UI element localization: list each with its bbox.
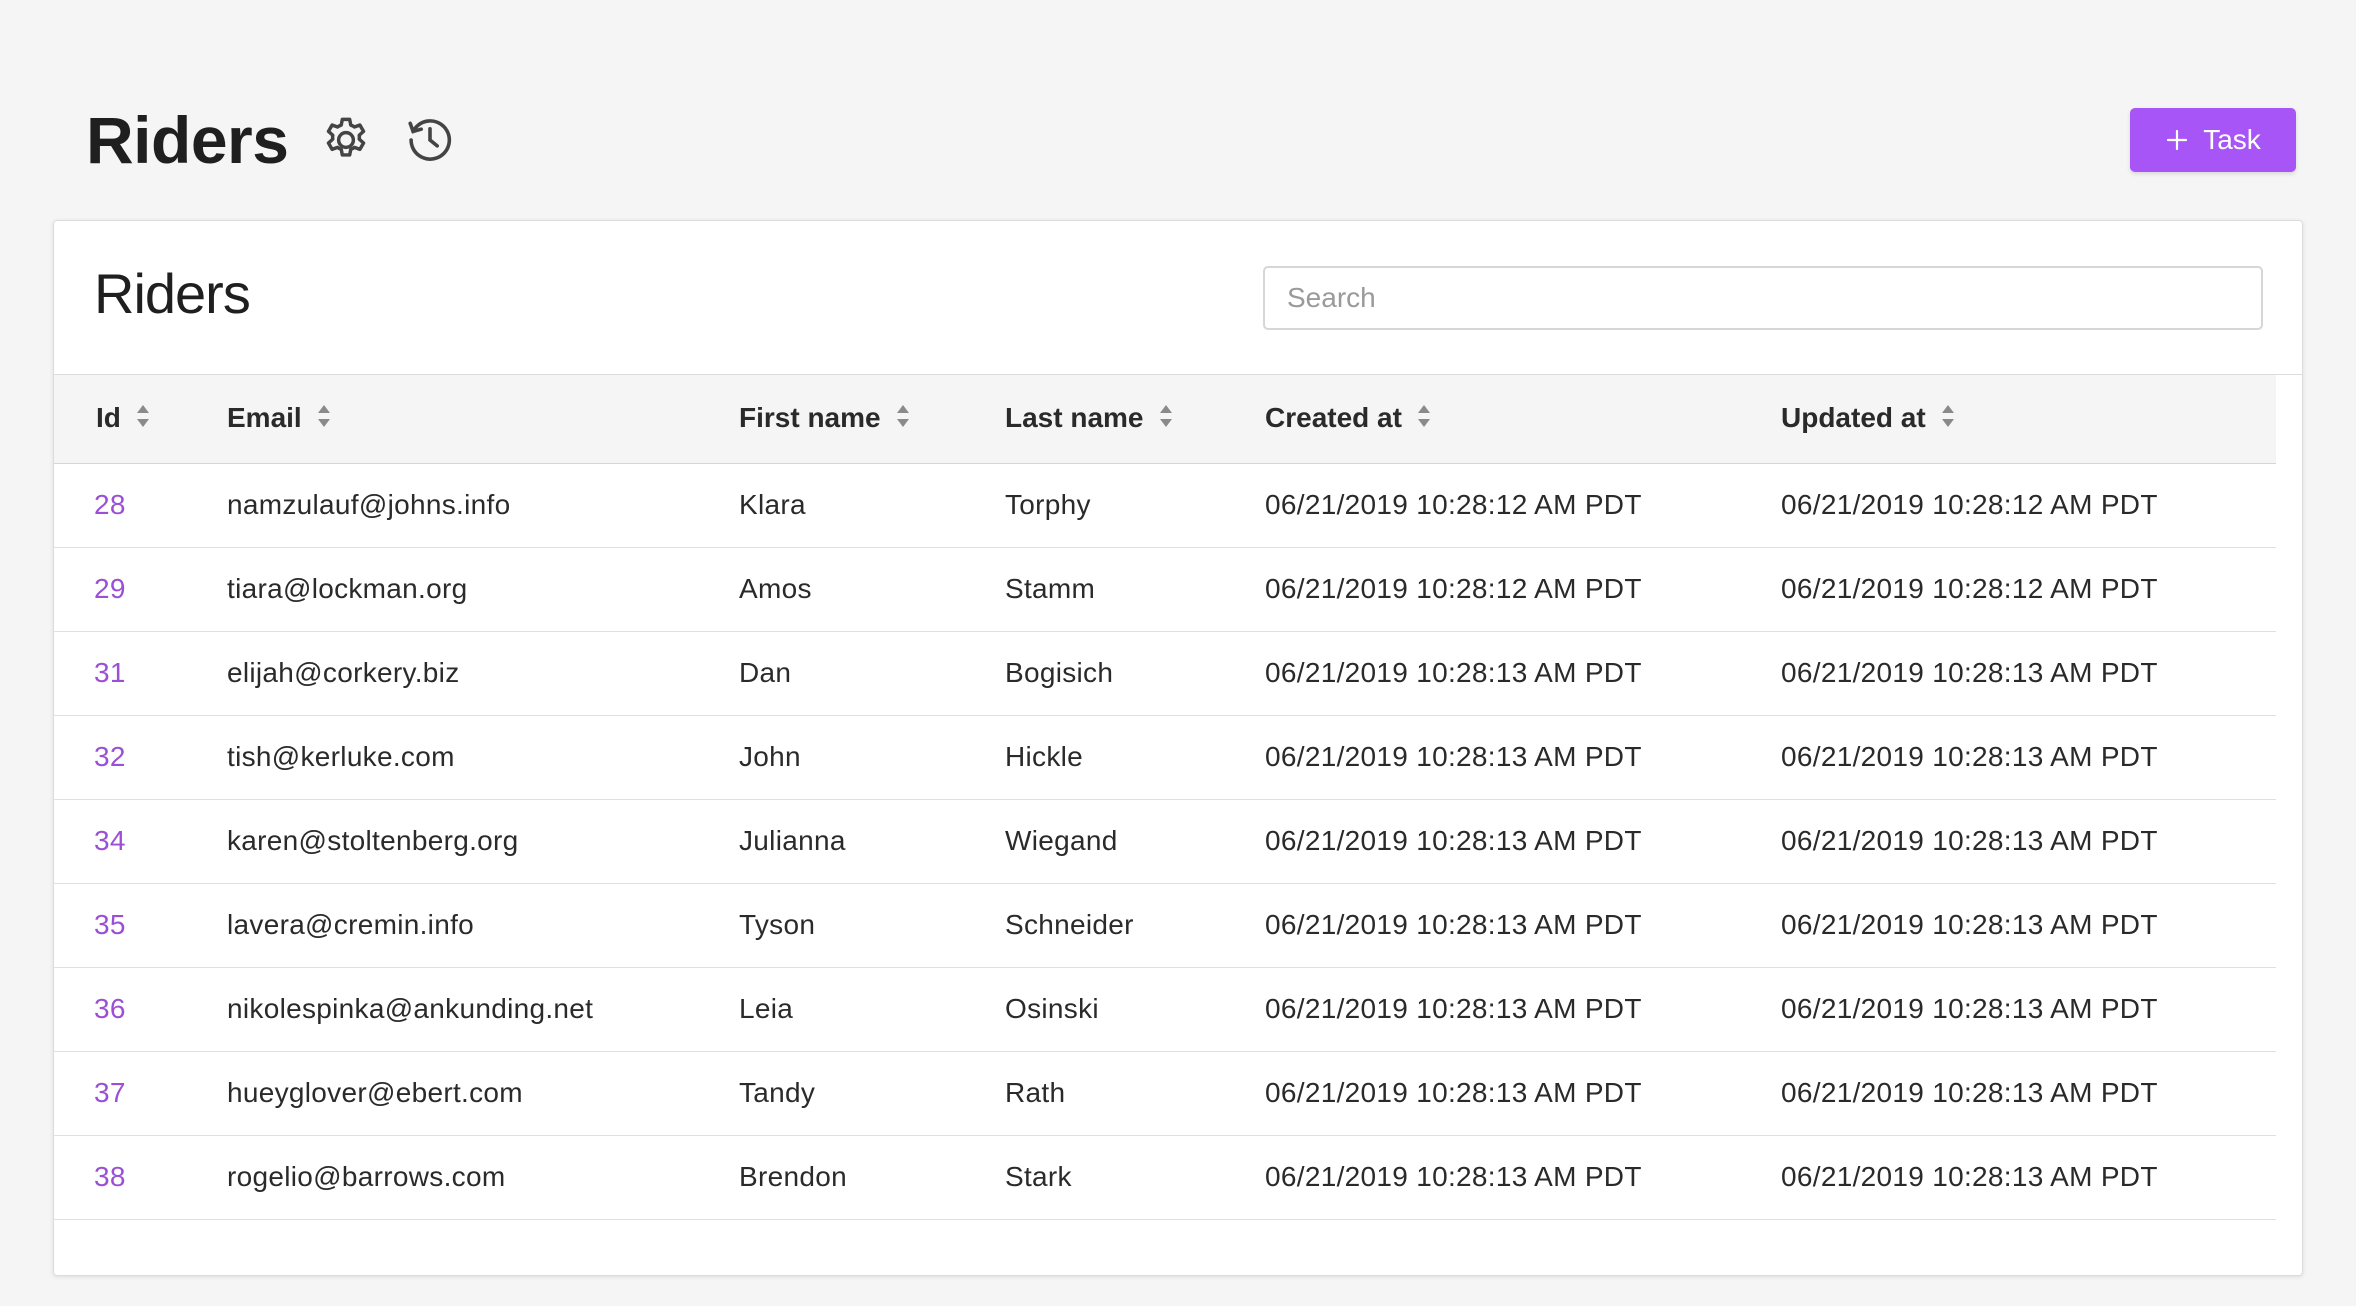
page-header: Riders Task bbox=[86, 100, 2296, 180]
card-header: Riders bbox=[54, 221, 2302, 375]
cell-last-name: Torphy bbox=[1005, 463, 1265, 548]
cell-created-at: 06/21/2019 10:28:12 AM PDT bbox=[1265, 463, 1781, 548]
cell-email: tiara@lockman.org bbox=[227, 547, 739, 632]
column-header-first-name[interactable]: First name bbox=[739, 375, 1005, 464]
column-header-updated-at[interactable]: Updated at bbox=[1781, 375, 2276, 464]
page-title: Riders bbox=[86, 103, 289, 177]
cell-updated-at: 06/21/2019 10:28:13 AM PDT bbox=[1781, 1051, 2276, 1136]
rider-id-link[interactable]: 29 bbox=[94, 573, 126, 604]
rider-id-link[interactable]: 31 bbox=[94, 657, 126, 688]
history-icon[interactable] bbox=[402, 112, 458, 168]
rider-id-link[interactable]: 35 bbox=[94, 909, 126, 940]
table-row[interactable]: 35 lavera@cremin.info Tyson Schneider 06… bbox=[54, 883, 2276, 968]
plus-icon bbox=[2167, 129, 2188, 151]
cell-first-name: John bbox=[739, 715, 1005, 800]
table-scroll-area[interactable]: Id Email First name Last name Created at… bbox=[54, 375, 2276, 1255]
search-input[interactable] bbox=[1263, 266, 2263, 330]
cell-created-at: 06/21/2019 10:28:13 AM PDT bbox=[1265, 883, 1781, 968]
rider-id-link[interactable]: 28 bbox=[94, 489, 126, 520]
table-row[interactable]: 38 rogelio@barrows.com Brendon Stark 06/… bbox=[54, 1135, 2276, 1220]
rider-id-link[interactable]: 32 bbox=[94, 741, 126, 772]
riders-table: Id Email First name Last name Created at… bbox=[54, 375, 2276, 1220]
cell-first-name: Tyson bbox=[739, 883, 1005, 968]
cell-created-at: 06/21/2019 10:28:13 AM PDT bbox=[1265, 1135, 1781, 1220]
cell-created-at: 06/21/2019 10:28:13 AM PDT bbox=[1265, 715, 1781, 800]
cell-updated-at: 06/21/2019 10:28:12 AM PDT bbox=[1781, 547, 2276, 632]
cell-updated-at: 06/21/2019 10:28:13 AM PDT bbox=[1781, 1135, 2276, 1220]
cell-created-at: 06/21/2019 10:28:13 AM PDT bbox=[1265, 967, 1781, 1052]
cell-last-name: Stark bbox=[1005, 1135, 1265, 1220]
cell-updated-at: 06/21/2019 10:28:13 AM PDT bbox=[1781, 967, 2276, 1052]
cell-first-name: Tandy bbox=[739, 1051, 1005, 1136]
rider-id-link[interactable]: 36 bbox=[94, 993, 126, 1024]
table-header-row: Id Email First name Last name Created at… bbox=[54, 375, 2276, 464]
sort-icon[interactable] bbox=[1940, 403, 1956, 436]
column-header-id[interactable]: Id bbox=[54, 375, 227, 464]
sort-icon[interactable] bbox=[316, 403, 332, 436]
table-row[interactable]: 29 tiara@lockman.org Amos Stamm 06/21/20… bbox=[54, 547, 2276, 632]
cell-updated-at: 06/21/2019 10:28:13 AM PDT bbox=[1781, 883, 2276, 968]
cell-last-name: Osinski bbox=[1005, 967, 1265, 1052]
task-button-label: Task bbox=[2203, 124, 2261, 155]
cell-email: elijah@corkery.biz bbox=[227, 631, 739, 716]
cell-updated-at: 06/21/2019 10:28:12 AM PDT bbox=[1781, 463, 2276, 548]
table-row[interactable]: 37 hueyglover@ebert.com Tandy Rath 06/21… bbox=[54, 1051, 2276, 1136]
table-row[interactable]: 36 nikolespinka@ankunding.net Leia Osins… bbox=[54, 967, 2276, 1052]
cell-email: namzulauf@johns.info bbox=[227, 463, 739, 548]
sort-icon[interactable] bbox=[1416, 403, 1432, 436]
column-header-last-name[interactable]: Last name bbox=[1005, 375, 1265, 464]
cell-last-name: Stamm bbox=[1005, 547, 1265, 632]
cell-email: karen@stoltenberg.org bbox=[227, 799, 739, 884]
cell-first-name: Klara bbox=[739, 463, 1005, 548]
rider-id-link[interactable]: 34 bbox=[94, 825, 126, 856]
cell-created-at: 06/21/2019 10:28:13 AM PDT bbox=[1265, 631, 1781, 716]
cell-email: tish@kerluke.com bbox=[227, 715, 739, 800]
cell-last-name: Wiegand bbox=[1005, 799, 1265, 884]
sort-icon[interactable] bbox=[1158, 403, 1174, 436]
sort-icon[interactable] bbox=[895, 403, 911, 436]
cell-first-name: Julianna bbox=[739, 799, 1005, 884]
cell-last-name: Schneider bbox=[1005, 883, 1265, 968]
cell-last-name: Hickle bbox=[1005, 715, 1265, 800]
column-header-email[interactable]: Email bbox=[227, 375, 739, 464]
cell-email: nikolespinka@ankunding.net bbox=[227, 967, 739, 1052]
add-task-button[interactable]: Task bbox=[2130, 108, 2296, 172]
rider-id-link[interactable]: 38 bbox=[94, 1161, 126, 1192]
cell-last-name: Rath bbox=[1005, 1051, 1265, 1136]
cell-updated-at: 06/21/2019 10:28:13 AM PDT bbox=[1781, 799, 2276, 884]
table-row[interactable]: 28 namzulauf@johns.info Klara Torphy 06/… bbox=[54, 463, 2276, 548]
card-title: Riders bbox=[94, 262, 251, 325]
cell-created-at: 06/21/2019 10:28:13 AM PDT bbox=[1265, 1051, 1781, 1136]
cell-email: hueyglover@ebert.com bbox=[227, 1051, 739, 1136]
table-row[interactable]: 34 karen@stoltenberg.org Julianna Wiegan… bbox=[54, 799, 2276, 884]
cell-created-at: 06/21/2019 10:28:13 AM PDT bbox=[1265, 799, 1781, 884]
rider-id-link[interactable]: 37 bbox=[94, 1077, 126, 1108]
cell-updated-at: 06/21/2019 10:28:13 AM PDT bbox=[1781, 715, 2276, 800]
cell-first-name: Amos bbox=[739, 547, 1005, 632]
cell-first-name: Dan bbox=[739, 631, 1005, 716]
cell-email: rogelio@barrows.com bbox=[227, 1135, 739, 1220]
table-row[interactable]: 31 elijah@corkery.biz Dan Bogisich 06/21… bbox=[54, 631, 2276, 716]
cell-first-name: Leia bbox=[739, 967, 1005, 1052]
cell-updated-at: 06/21/2019 10:28:13 AM PDT bbox=[1781, 631, 2276, 716]
cell-created-at: 06/21/2019 10:28:12 AM PDT bbox=[1265, 547, 1781, 632]
table-row[interactable]: 32 tish@kerluke.com John Hickle 06/21/20… bbox=[54, 715, 2276, 800]
sort-icon[interactable] bbox=[135, 403, 151, 436]
gear-icon[interactable] bbox=[318, 112, 374, 168]
cell-first-name: Brendon bbox=[739, 1135, 1005, 1220]
riders-card: Riders Id Email First name Last name Cre… bbox=[53, 220, 2303, 1276]
cell-last-name: Bogisich bbox=[1005, 631, 1265, 716]
column-header-created-at[interactable]: Created at bbox=[1265, 375, 1781, 464]
cell-email: lavera@cremin.info bbox=[227, 883, 739, 968]
